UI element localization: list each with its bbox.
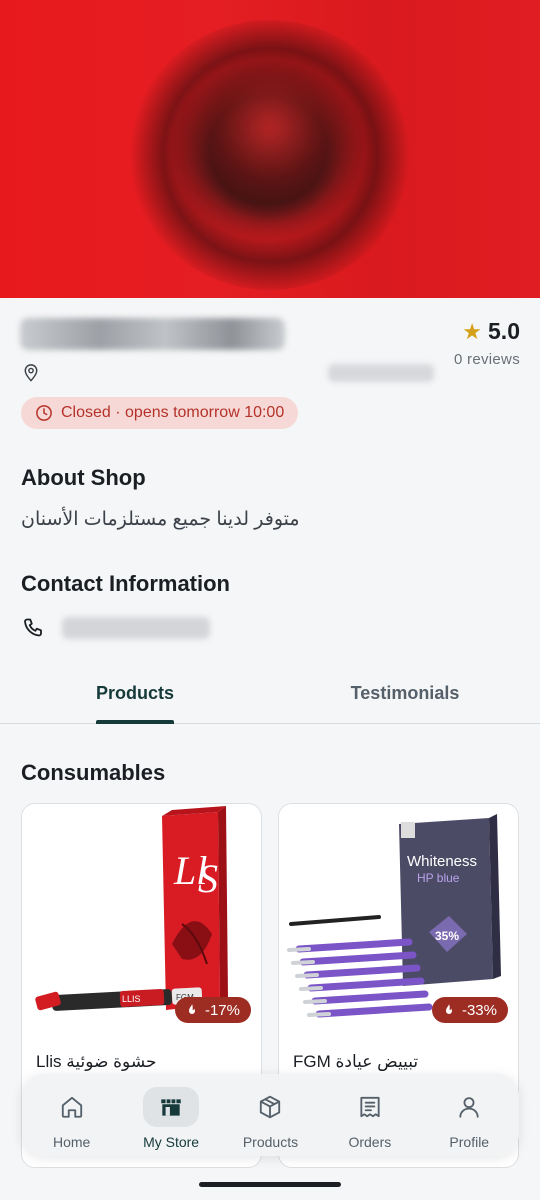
svg-text:35%: 35%	[435, 929, 459, 943]
shop-cover-image	[0, 0, 540, 298]
store-icon	[161, 1099, 181, 1116]
opening-status-text: Closed · opens tomorrow 10:00	[61, 404, 285, 421]
nav-my-store-label: My Store	[143, 1134, 200, 1150]
nav-profile-label: Profile	[449, 1134, 490, 1150]
home-icon	[61, 1096, 82, 1118]
store-tabs: Products Testimonials	[0, 668, 540, 724]
flame-icon	[445, 1004, 452, 1014]
discount-value: -17%	[204, 1001, 240, 1019]
shop-rating[interactable]: ★ 5.0 0 reviews	[454, 318, 520, 368]
nav-profile[interactable]: Profile	[424, 1087, 514, 1150]
about-shop-heading: About Shop	[21, 465, 146, 490]
nav-home[interactable]: Home	[27, 1087, 117, 1150]
about-shop-text: متوفر لدينا جميع مستلزمات الأسنان	[21, 509, 300, 530]
nav-orders[interactable]: Orders	[325, 1087, 415, 1150]
location-pin-icon	[24, 364, 38, 382]
tab-products-label: Products	[95, 683, 174, 703]
clock-icon	[36, 405, 52, 421]
person-icon	[459, 1097, 479, 1118]
shop-address-redacted	[328, 364, 434, 382]
flame-icon	[188, 1004, 195, 1014]
product-image: Whiteness HP blue 35%	[279, 804, 518, 1029]
nav-orders-label: Orders	[348, 1134, 392, 1150]
product-image: Ll S LLIS FGM	[22, 804, 261, 1029]
svg-text:HP blue: HP blue	[417, 871, 460, 885]
opening-status-badge: Closed · opens tomorrow 10:00	[21, 397, 299, 429]
receipt-icon	[360, 1096, 380, 1118]
discount-badge: -33%	[431, 997, 508, 1023]
svg-text:LLIS: LLIS	[122, 994, 141, 1004]
discount-value: -33%	[461, 1001, 497, 1019]
rating-value: 5.0	[488, 318, 520, 344]
nav-home-label: Home	[53, 1134, 91, 1150]
tab-testimonials[interactable]: Testimonials	[270, 668, 540, 723]
product-name: تبييض عيادة FGM	[293, 1052, 419, 1071]
category-heading: Consumables	[21, 760, 166, 785]
discount-badge: -17%	[174, 997, 251, 1023]
nav-products[interactable]: Products	[225, 1087, 315, 1150]
svg-text:Whiteness: Whiteness	[407, 853, 477, 870]
box-icon	[260, 1095, 281, 1119]
tab-testimonials-label: Testimonials	[350, 683, 460, 703]
tab-products[interactable]: Products	[0, 668, 270, 724]
bottom-navigation: Home My Store Products Orders Profile	[22, 1074, 519, 1156]
reviews-count: 0 reviews	[453, 351, 520, 368]
phone-number-redacted[interactable]	[62, 617, 210, 639]
nav-my-store[interactable]: My Store	[126, 1087, 216, 1150]
active-tab-indicator	[96, 720, 174, 724]
nav-products-label: Products	[242, 1134, 299, 1150]
product-name: حشوة ضوئية Llis	[36, 1052, 157, 1071]
contact-heading: Contact Information	[21, 571, 230, 596]
phone-icon[interactable]	[22, 616, 46, 640]
shop-name-redacted	[20, 318, 285, 350]
svg-text:S: S	[198, 856, 218, 901]
star-icon: ★	[462, 318, 483, 344]
home-indicator[interactable]	[199, 1182, 341, 1187]
